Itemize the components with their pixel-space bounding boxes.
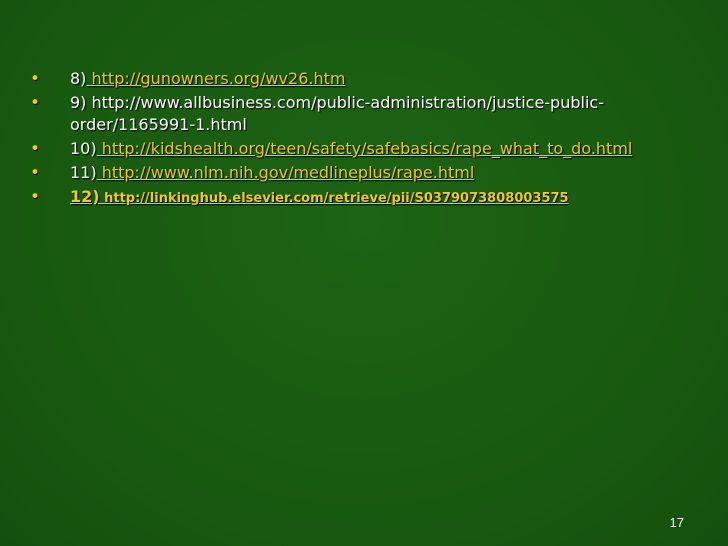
reference-link[interactable]: http://www.nlm.nih.gov/medlineplus/rape.… xyxy=(97,163,475,182)
list-item: • 8) http://gunowners.org/wv26.htm xyxy=(30,68,690,90)
bullet-icon: • xyxy=(30,187,41,207)
reference-number: 12) xyxy=(70,187,100,206)
list-item: • 9) http://www.allbusiness.com/public-a… xyxy=(30,92,690,136)
reference-text: http://www.allbusiness.com/public-admini… xyxy=(70,93,604,134)
bullet-icon: • xyxy=(30,69,41,89)
slide: • 8) http://gunowners.org/wv26.htm • 9) … xyxy=(0,0,728,546)
page-number: 17 xyxy=(669,515,684,530)
reference-link[interactable]: http://linkinghub.elsevier.com/retrieve/… xyxy=(100,191,569,206)
reference-link[interactable]: http://gunowners.org/wv26.htm xyxy=(86,69,346,88)
reference-number: 11) xyxy=(70,163,97,182)
list-item: • 12) http://linkinghub.elsevier.com/ret… xyxy=(30,186,690,210)
reference-number: 8) xyxy=(70,69,87,88)
bullet-icon: • xyxy=(30,163,41,183)
bullet-icon: • xyxy=(30,93,41,113)
reference-link[interactable]: http://kidshealth.org/teen/safety/safeba… xyxy=(97,139,633,158)
reference-list: • 8) http://gunowners.org/wv26.htm • 9) … xyxy=(30,68,690,212)
list-item: • 10) http://kidshealth.org/teen/safety/… xyxy=(30,138,690,160)
bullet-icon: • xyxy=(30,139,41,159)
reference-number: 10) xyxy=(70,139,97,158)
list-item: • 11) http://www.nlm.nih.gov/medlineplus… xyxy=(30,162,690,184)
reference-number: 9) xyxy=(70,93,87,112)
